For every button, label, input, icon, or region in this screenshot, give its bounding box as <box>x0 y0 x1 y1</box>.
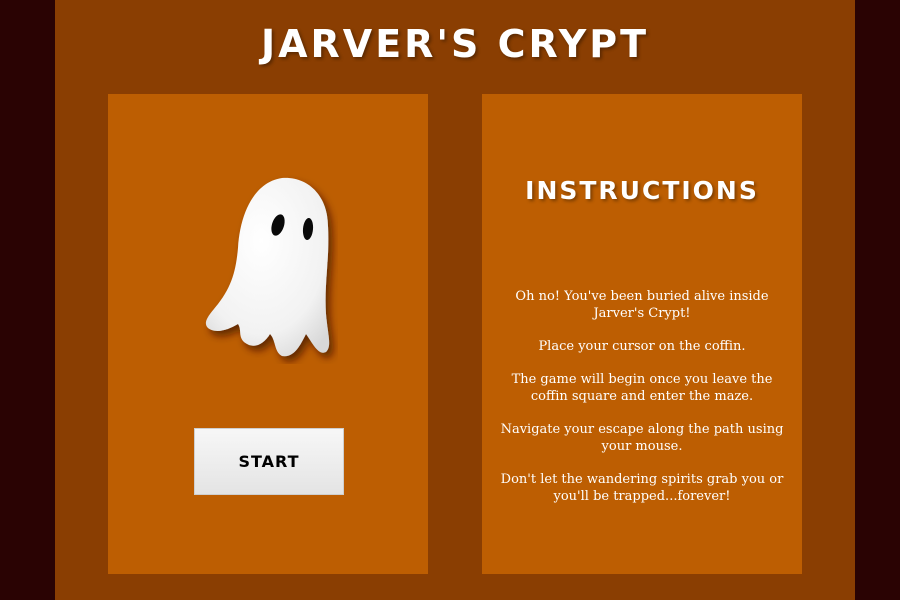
ghost-icon <box>205 177 330 357</box>
game-title: Jarver's Crypt <box>260 22 650 66</box>
instruction-line: Don't let the wandering spirits grab you… <box>500 472 784 504</box>
instructions-list: Oh no! You've been buried alive inside J… <box>500 288 784 521</box>
start-button[interactable]: START <box>194 428 344 495</box>
game-frame: Jarver's Crypt START Instructions Oh no!… <box>55 0 855 600</box>
start-panel: START <box>108 94 428 574</box>
instructions-panel: Instructions Oh no! You've been buried a… <box>482 94 802 574</box>
instruction-line: The game will begin once you leave the c… <box>511 372 773 404</box>
instructions-heading: Instructions <box>525 176 759 205</box>
instruction-line: Oh no! You've been buried alive inside J… <box>515 289 769 321</box>
instruction-line: Place your cursor on the coffin. <box>538 339 746 354</box>
instruction-line: Navigate your escape along the path usin… <box>500 422 784 454</box>
